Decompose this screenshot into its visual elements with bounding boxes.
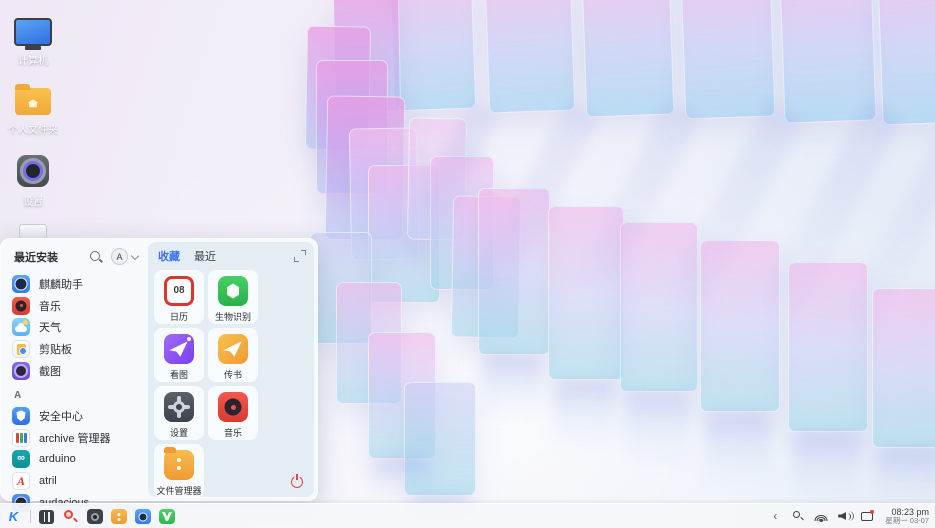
music-icon: [218, 392, 248, 422]
calendar-icon: 08: [164, 276, 194, 306]
tile-label: 设置: [170, 426, 188, 439]
wallpaper-card: [681, 0, 776, 120]
desktop-icon-label: 个人文件夹: [1, 121, 65, 136]
atril-icon: A: [12, 472, 30, 490]
desktop-icon-home-folder[interactable]: 个人文件夹: [1, 88, 65, 136]
tab-favorites[interactable]: 收藏: [158, 248, 180, 264]
wallpaper-reflection: [876, 448, 935, 508]
biometric-icon: [218, 276, 248, 306]
wallpaper-reflection: [792, 432, 860, 504]
file-manager-icon[interactable]: [111, 509, 127, 524]
wallpaper-card: [877, 0, 935, 125]
app-list-item-label: 天气: [39, 319, 61, 335]
letter-filter-value: A: [111, 248, 128, 265]
taskbar-separator: [30, 510, 31, 523]
app-list-item-atril[interactable]: A atril: [0, 470, 148, 492]
tile-label: 生物识别: [215, 310, 251, 323]
tab-recent[interactable]: 最近: [194, 248, 216, 264]
security-center-icon: [12, 407, 30, 425]
desktop-icon-label: 计算机: [1, 52, 65, 67]
app-list-item-kylin-assistant[interactable]: 麒麟助手: [0, 273, 148, 295]
wallpaper-reflection: [372, 458, 430, 498]
tile-label: 看图: [170, 368, 188, 381]
favorite-tile-image-viewer[interactable]: 看图: [154, 328, 204, 382]
start-menu-app-list: 最近安装 A 麒麟助手 音乐 天气 剪贴板: [0, 238, 148, 501]
taskbar-clock[interactable]: 08:23 pm 星期一 03-07: [883, 507, 929, 526]
desktop-icon-settings[interactable]: 设置: [1, 155, 65, 208]
favorite-tile-file-transfer[interactable]: 传书: [208, 328, 258, 382]
wallpaper-reflection: [482, 355, 542, 425]
app-list-item-security-center[interactable]: 安全中心: [0, 405, 148, 427]
file-manager-icon: [164, 450, 194, 480]
music-icon: [12, 297, 30, 315]
search-icon[interactable]: [791, 509, 805, 523]
app-list-item-label: archive 管理器: [39, 430, 111, 446]
settings-gear-icon: [17, 155, 49, 187]
kylin-assistant-icon[interactable]: [135, 509, 151, 524]
clipboard-icon: [12, 340, 30, 358]
wallpaper-card: [779, 0, 876, 124]
chevron-down-icon: [131, 251, 139, 259]
computer-icon: [14, 18, 52, 46]
screenshot-icon: [12, 362, 30, 380]
task-view-icon[interactable]: [39, 510, 54, 524]
notification-monitor-icon[interactable]: [860, 509, 874, 523]
search-icon[interactable]: [62, 508, 79, 525]
search-icon[interactable]: [89, 250, 103, 264]
start-button[interactable]: K: [5, 508, 22, 525]
file-transfer-icon: [218, 334, 248, 364]
app-list-item-label: atril: [39, 475, 57, 487]
expand-diagonal-icon[interactable]: [294, 250, 306, 262]
favorite-tile-file-manager[interactable]: 文件管理器: [154, 444, 204, 498]
wallpaper-card: [485, 0, 576, 113]
app-list-item-arduino[interactable]: ∞ arduino: [0, 449, 148, 471]
tile-label: 日历: [170, 310, 188, 323]
favorite-tile-music[interactable]: 音乐: [208, 386, 258, 440]
tray-expand-chevron-icon[interactable]: ‹: [768, 509, 782, 523]
recently-installed-header: 最近安装: [14, 249, 89, 265]
wallpaper-card: [582, 0, 675, 117]
favorite-tile-settings[interactable]: 设置: [154, 386, 204, 440]
camera-icon[interactable]: [87, 509, 103, 524]
desktop-icon-label: 设置: [1, 193, 65, 208]
arduino-icon: ∞: [12, 450, 30, 468]
wallpaper-card: [390, 0, 476, 111]
image-viewer-icon: [164, 334, 194, 364]
app-list-item-clipboard[interactable]: 剪贴板: [0, 338, 148, 360]
wallpaper-reflection: [624, 392, 690, 470]
taskbar: K ‹ 08:23 pm 星期一 03-07: [0, 503, 935, 528]
wifi-icon[interactable]: [814, 509, 828, 523]
section-letter-a: A: [0, 382, 148, 405]
start-menu: 最近安装 A 麒麟助手 音乐 天气 剪贴板: [0, 238, 318, 501]
power-icon[interactable]: [290, 475, 304, 489]
favorite-tile-biometric[interactable]: 生物识别: [208, 270, 258, 324]
start-menu-favorites-panel: 收藏 最近 08 日历 生物识别 看图 传书 设置: [148, 242, 314, 497]
app-list-item-weather[interactable]: 天气: [0, 317, 148, 339]
home-folder-icon: [15, 88, 51, 115]
wallpaper-reflection: [552, 380, 616, 455]
tile-label: 传书: [224, 368, 242, 381]
kylin-assistant-icon: [12, 275, 30, 293]
app-store-icon[interactable]: [159, 509, 175, 524]
volume-icon[interactable]: [837, 509, 851, 523]
favorite-tile-calendar[interactable]: 08 日历: [154, 270, 204, 324]
app-list-item-screenshot[interactable]: 截图: [0, 360, 148, 382]
settings-icon: [164, 392, 194, 422]
weather-icon: [12, 318, 30, 336]
archive-manager-icon: [12, 429, 30, 447]
tile-label: 文件管理器: [156, 484, 201, 497]
tile-label: 音乐: [224, 426, 242, 439]
clock-date: 星期一 03-07: [885, 517, 929, 526]
wallpaper-reflection: [704, 412, 772, 492]
app-list-item-label: 麒麟助手: [39, 276, 83, 292]
app-list-item-label: 剪贴板: [39, 341, 72, 357]
app-list-item-label: arduino: [39, 453, 76, 465]
letter-filter-dropdown[interactable]: A: [111, 248, 138, 265]
desktop-icon-computer[interactable]: 计算机: [1, 18, 65, 67]
app-list-item-label: 截图: [39, 363, 61, 379]
app-list-item-music[interactable]: 音乐: [0, 295, 148, 317]
app-list-item-label: 音乐: [39, 298, 61, 314]
app-list-item-archive-manager[interactable]: archive 管理器: [0, 427, 148, 449]
app-list-item-label: 安全中心: [39, 408, 83, 424]
